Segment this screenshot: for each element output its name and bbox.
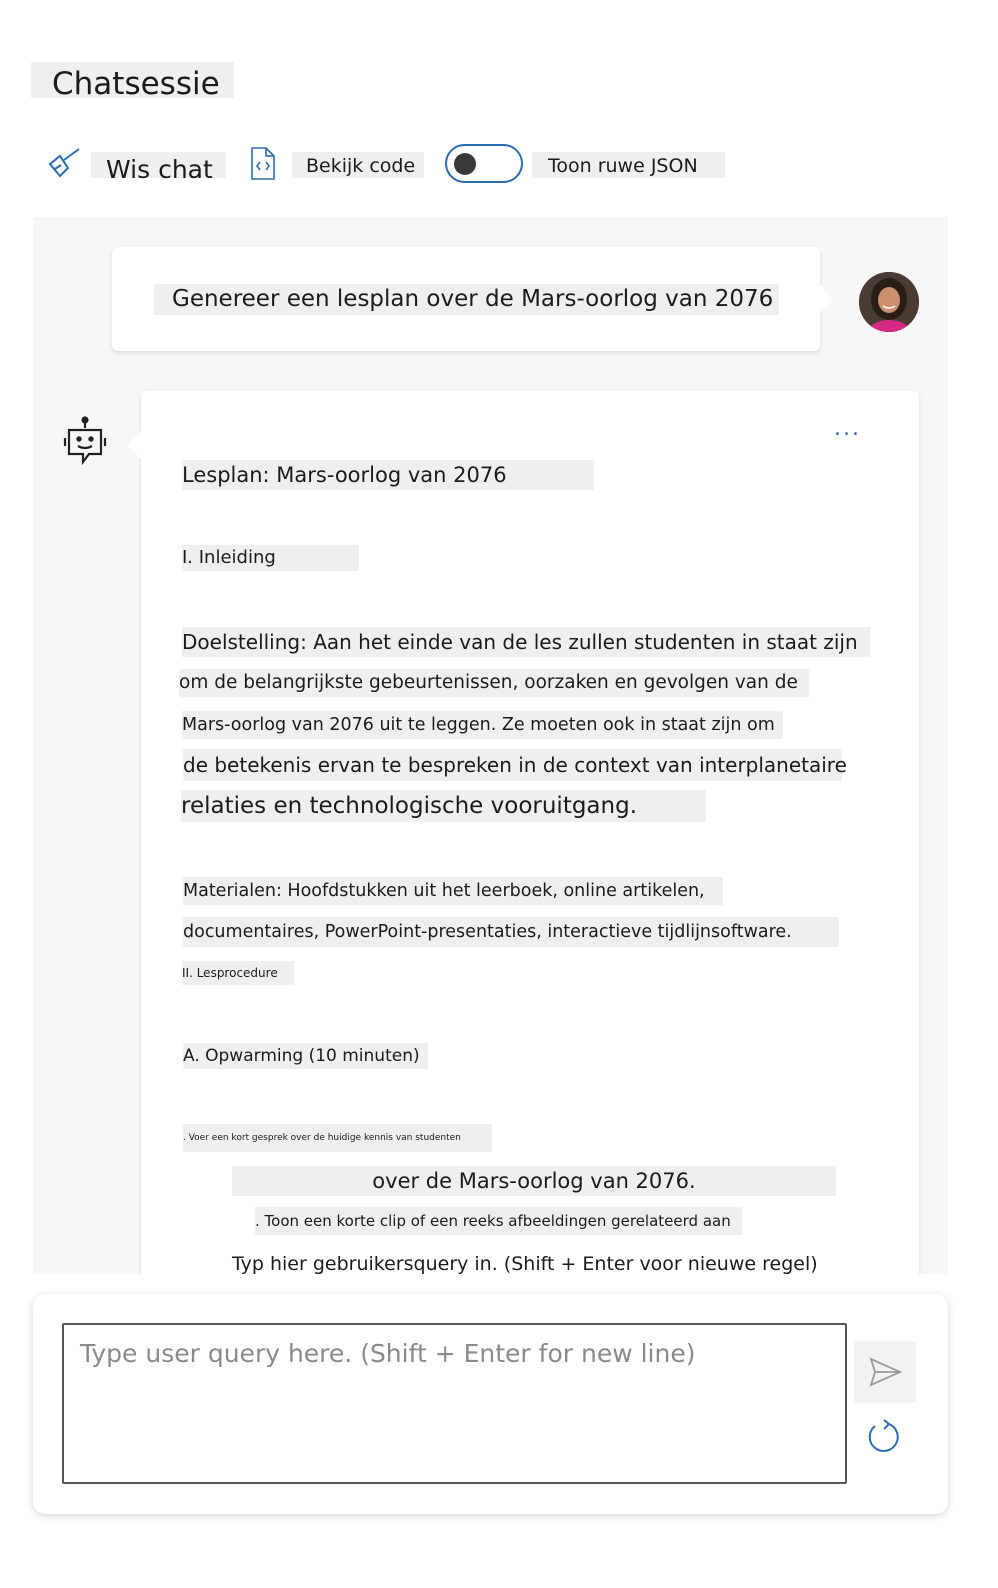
assistant-line: documentaires, PowerPoint-presentaties, … (183, 917, 839, 947)
assistant-line: om de belangrijkste gebeurtenissen, oorz… (179, 669, 809, 697)
clear-chat-label: Wis chat (91, 152, 226, 184)
page-title: Chatsessie (31, 62, 234, 102)
user-avatar (859, 272, 919, 332)
refresh-button[interactable] (864, 1416, 904, 1456)
assistant-line: Doelstelling: Aan het einde van de les z… (182, 627, 870, 657)
raw-json-toggle[interactable] (445, 144, 523, 183)
view-code-label: Bekijk code (292, 152, 424, 178)
code-file-icon (248, 146, 278, 182)
toggle-knob (454, 153, 476, 175)
input-card (33, 1294, 948, 1514)
assistant-line: Lesplan: Mars-oorlog van 2076 (182, 460, 594, 490)
bot-icon (63, 416, 107, 466)
send-icon (869, 1357, 903, 1387)
refresh-icon (868, 1419, 899, 1452)
assistant-line: . Voer een kort gesprek over de huidige … (183, 1124, 492, 1152)
assistant-line: I. Inleiding (182, 545, 359, 571)
clear-chat-button[interactable]: Wis chat (46, 146, 226, 184)
assistant-message-bubble: ... Lesplan: Mars-oorlog van 2076 I. Inl… (127, 391, 919, 1274)
broom-icon (46, 146, 82, 182)
assistant-line: Materialen: Hoofdstukken uit het leerboe… (183, 877, 723, 905)
user-message-text: Genereer een lesplan over de Mars-oorlog… (154, 284, 779, 315)
user-message-bubble: Genereer een lesplan over de Mars-oorlog… (112, 247, 834, 351)
assistant-line: . Toon een korte clip of een reeks afbee… (255, 1207, 742, 1235)
more-options-button[interactable]: ... (834, 418, 861, 440)
assistant-line: Mars-oorlog van 2076 uit te leggen. Ze m… (182, 711, 783, 739)
view-code-button[interactable]: Bekijk code (248, 146, 424, 184)
assistant-line: de betekenis ervan te bespreken in de co… (183, 749, 847, 781)
assistant-line: over de Mars-oorlog van 2076. (232, 1166, 836, 1196)
assistant-line: relaties en technologische vooruitgang. (181, 790, 706, 822)
assistant-line: Typ hier gebruikersquery in. (Shift + En… (232, 1253, 818, 1274)
send-button[interactable] (854, 1341, 916, 1403)
chat-area[interactable]: Genereer een lesplan over de Mars-oorlog… (33, 217, 948, 1274)
assistant-line: II. Lesprocedure (182, 961, 294, 985)
assistant-line: A. Opwarming (10 minuten) (183, 1043, 428, 1069)
raw-json-label: Toon ruwe JSON (532, 152, 725, 178)
query-input[interactable] (62, 1323, 847, 1484)
